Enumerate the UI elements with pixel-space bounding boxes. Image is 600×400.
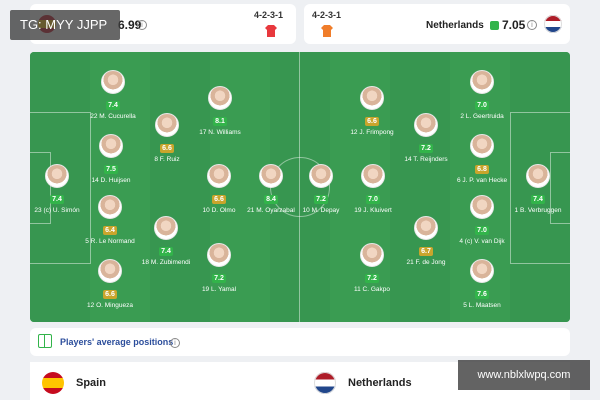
player-rating: 7.4 xyxy=(50,195,64,204)
player-name: 11 C. Gakpo xyxy=(353,286,391,293)
player-rating: 7.0 xyxy=(475,101,489,110)
player-avatar xyxy=(360,86,384,110)
player-name: 19 J. Kluivert xyxy=(354,207,392,214)
pitch: 7.4 22 M. Cucurella 8.1 17 N. Williams 6… xyxy=(30,52,570,322)
player-rating: 6.6 xyxy=(212,195,226,204)
average-positions-label: Players' average positions xyxy=(60,337,174,347)
away-team-rating: 7.05 xyxy=(502,18,526,32)
player-avatar xyxy=(155,113,179,137)
player-rating: 6.7 xyxy=(419,247,433,256)
player-rating: 6.6 xyxy=(160,144,174,153)
away-team-name: Netherlands xyxy=(426,20,484,31)
player-rating: 7.0 xyxy=(475,226,489,235)
player-avatar xyxy=(414,113,438,137)
player-rating: 7.2 xyxy=(365,274,379,283)
player-avatar xyxy=(470,259,494,283)
info-icon[interactable]: i xyxy=(137,20,147,30)
player-avatar xyxy=(208,86,232,110)
player-rating: 7.4 xyxy=(106,101,120,110)
player-name: 19 L. Yamal xyxy=(201,286,237,293)
player-name: 12 O. Mingueza xyxy=(87,302,133,309)
player-spain-mingueza[interactable]: 6.6 12 O. Mingueza xyxy=(65,259,155,309)
player-rating: 7.2 xyxy=(419,144,433,153)
home-team-name[interactable]: Spain xyxy=(76,377,106,389)
player-avatar xyxy=(101,70,125,94)
rating-indicator-icon xyxy=(490,21,499,30)
player-rating: 6.4 xyxy=(103,226,117,235)
player-name: 5 L. Maatsen xyxy=(463,302,501,309)
player-netherlands-kluivert[interactable]: 7.0 19 J. Kluivert xyxy=(328,164,418,214)
player-netherlands-maatsen[interactable]: 7.6 5 L. Maatsen xyxy=(437,259,527,309)
info-icon[interactable]: i xyxy=(527,20,537,30)
player-avatar xyxy=(98,195,122,219)
away-kit-icon xyxy=(320,24,334,38)
player-avatar xyxy=(99,134,123,158)
player-rating: 8.1 xyxy=(213,117,227,126)
player-rating: 7.5 xyxy=(104,165,118,174)
player-avatar xyxy=(98,259,122,283)
player-rating: 7.6 xyxy=(475,290,489,299)
away-team-header: 4-2-3-1 Netherlands 7.05 i xyxy=(304,4,570,44)
player-rating: 7.2 xyxy=(314,195,328,204)
player-avatar xyxy=(360,243,384,267)
player-rating: 7.2 xyxy=(212,274,226,283)
player-netherlands-gakpo[interactable]: 7.2 11 C. Gakpo xyxy=(327,243,417,293)
player-rating: 7.4 xyxy=(159,247,173,256)
player-spain-yamal[interactable]: 7.2 19 L. Yamal xyxy=(174,243,264,293)
away-formation: 4-2-3-1 xyxy=(312,10,342,20)
away-team-name[interactable]: Netherlands xyxy=(348,377,412,389)
watermark-top: TG: MYY JJPP xyxy=(10,10,120,40)
player-rating: 6.6 xyxy=(103,290,117,299)
watermark-bottom: www.nblxlwpq.com xyxy=(458,360,590,390)
info-icon[interactable]: i xyxy=(170,338,180,348)
netherlands-flag-icon xyxy=(544,15,562,33)
player-avatar xyxy=(470,70,494,94)
player-rating: 6.6 xyxy=(365,117,379,126)
home-kit-icon xyxy=(264,24,278,38)
netherlands-flag-icon xyxy=(314,372,336,394)
player-rating: 6.8 xyxy=(475,165,489,174)
average-positions-toggle[interactable]: Players' average positions i xyxy=(30,328,570,356)
spain-flag-icon xyxy=(42,372,64,394)
player-avatar xyxy=(470,195,494,219)
player-avatar xyxy=(526,164,550,188)
player-avatar xyxy=(361,164,385,188)
home-formation: 4-2-3-1 xyxy=(254,10,284,20)
player-rating: 7.0 xyxy=(366,195,380,204)
player-avatar xyxy=(45,164,69,188)
player-avatar xyxy=(470,134,494,158)
player-rating: 7.4 xyxy=(531,195,545,204)
player-avatar xyxy=(414,216,438,240)
pitch-icon xyxy=(38,334,52,348)
player-avatar xyxy=(154,216,178,240)
player-avatar xyxy=(207,243,231,267)
